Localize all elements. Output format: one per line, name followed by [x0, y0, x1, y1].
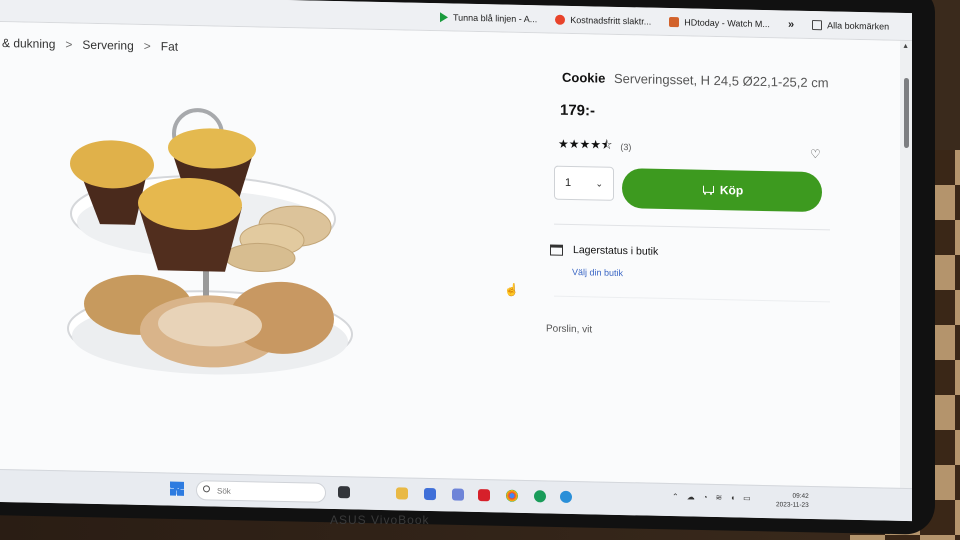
product-title: Cookie Serveringsset, H 24,5 Ø22,1-25,2 … [562, 70, 829, 91]
scroll-up-icon[interactable]: ▲ [902, 43, 909, 50]
bookmark-item[interactable]: Kostnadsfritt slaktr... [555, 14, 651, 26]
breadcrumb-item[interactable]: & dukning [2, 36, 55, 51]
rating-stars: ★★★★⯪ [558, 136, 613, 152]
breadcrumb-separator: > [65, 37, 73, 52]
browser-screen: Tunna blå linjen - A... Kostnadsfritt sl… [0, 0, 912, 522]
play-icon [440, 11, 448, 22]
product-name: Cookie [562, 69, 606, 86]
buy-label: Köp [719, 183, 744, 198]
cloud-icon[interactable]: ☁ [687, 492, 695, 501]
teams-icon[interactable] [452, 488, 464, 501]
bookmark-label: Kostnadsfritt slaktr... [570, 14, 652, 27]
file-explorer-icon[interactable] [396, 487, 408, 500]
all-bookmarks-button[interactable]: Alla bokmärken [812, 19, 890, 32]
hd-icon [669, 16, 680, 27]
clock-date: 2023-11-23 [776, 501, 809, 509]
folder-icon [812, 19, 823, 30]
bookmark-item[interactable]: HDtoday - Watch M... [669, 16, 770, 29]
spotify-icon[interactable] [534, 490, 546, 503]
product-description: Serveringsset, H 24,5 Ø22,1-25,2 cm [613, 70, 829, 91]
divider [554, 295, 830, 303]
netflix-icon[interactable] [478, 489, 490, 502]
breadcrumb: & dukning > Servering > Fat [2, 36, 178, 54]
store-status-label[interactable]: Lagerstatus i butik [573, 244, 658, 258]
task-view-icon[interactable] [338, 486, 350, 499]
hand-cursor-icon: ☝ [504, 282, 519, 297]
taskbar-search-input[interactable]: Sök [196, 480, 326, 503]
bookmark-label: Tunna blå linjen - A... [453, 11, 538, 24]
breadcrumb-item[interactable]: Servering [82, 38, 133, 53]
cart-icon [701, 184, 714, 195]
choose-store-link[interactable]: Välj din butik [572, 267, 623, 278]
product-price: 179:- [560, 101, 596, 120]
chevron-down-icon: ⌄ [595, 177, 603, 189]
windows-start-icon[interactable] [170, 481, 184, 496]
product-page: & dukning > Servering > Fat Cookie Serve… [0, 22, 900, 493]
volume-icon[interactable]: ◖ [730, 493, 735, 502]
quantity-value: 1 [565, 176, 572, 189]
rating-count[interactable]: (3) [620, 141, 631, 151]
quantity-select[interactable]: 1 ⌄ [554, 165, 614, 201]
product-image[interactable] [60, 73, 360, 389]
store-app-icon[interactable] [424, 487, 436, 501]
wifi-icon[interactable]: ≋ [716, 493, 723, 502]
system-tray[interactable]: ⌃ ☁ ◔ ≋ ◖ ▭ [672, 492, 751, 503]
chrome-icon[interactable] [506, 489, 518, 502]
bookmark-label: HDtoday - Watch M... [684, 16, 770, 29]
chevron-up-icon[interactable]: ⌃ [672, 492, 679, 501]
product-material: Porslin, vit [546, 323, 593, 336]
search-icon [203, 485, 210, 493]
breadcrumb-separator: > [143, 39, 151, 54]
favorite-heart-icon[interactable]: ♡ [810, 147, 821, 161]
bookmarks-more-button[interactable]: » [788, 18, 794, 30]
breadcrumb-item[interactable]: Fat [161, 39, 178, 53]
store-icon [550, 244, 563, 256]
record-icon [555, 14, 566, 25]
laptop-brand: ASUS VivoBook [330, 513, 430, 527]
bookmark-item[interactable]: Tunna blå linjen - A... [440, 11, 538, 24]
product-rating[interactable]: ★★★★⯪ (3) [558, 135, 631, 158]
taskbar-clock[interactable]: 09:42 2023-11-23 [776, 491, 809, 510]
buy-button[interactable]: Köp [622, 168, 822, 213]
network-icon[interactable]: ◔ [703, 493, 708, 502]
divider [554, 223, 830, 231]
scrollbar-thumb[interactable] [904, 77, 909, 149]
battery-icon[interactable]: ▭ [743, 494, 751, 503]
edge-icon[interactable] [560, 490, 572, 503]
all-bookmarks-label: Alla bokmärken [827, 19, 890, 32]
